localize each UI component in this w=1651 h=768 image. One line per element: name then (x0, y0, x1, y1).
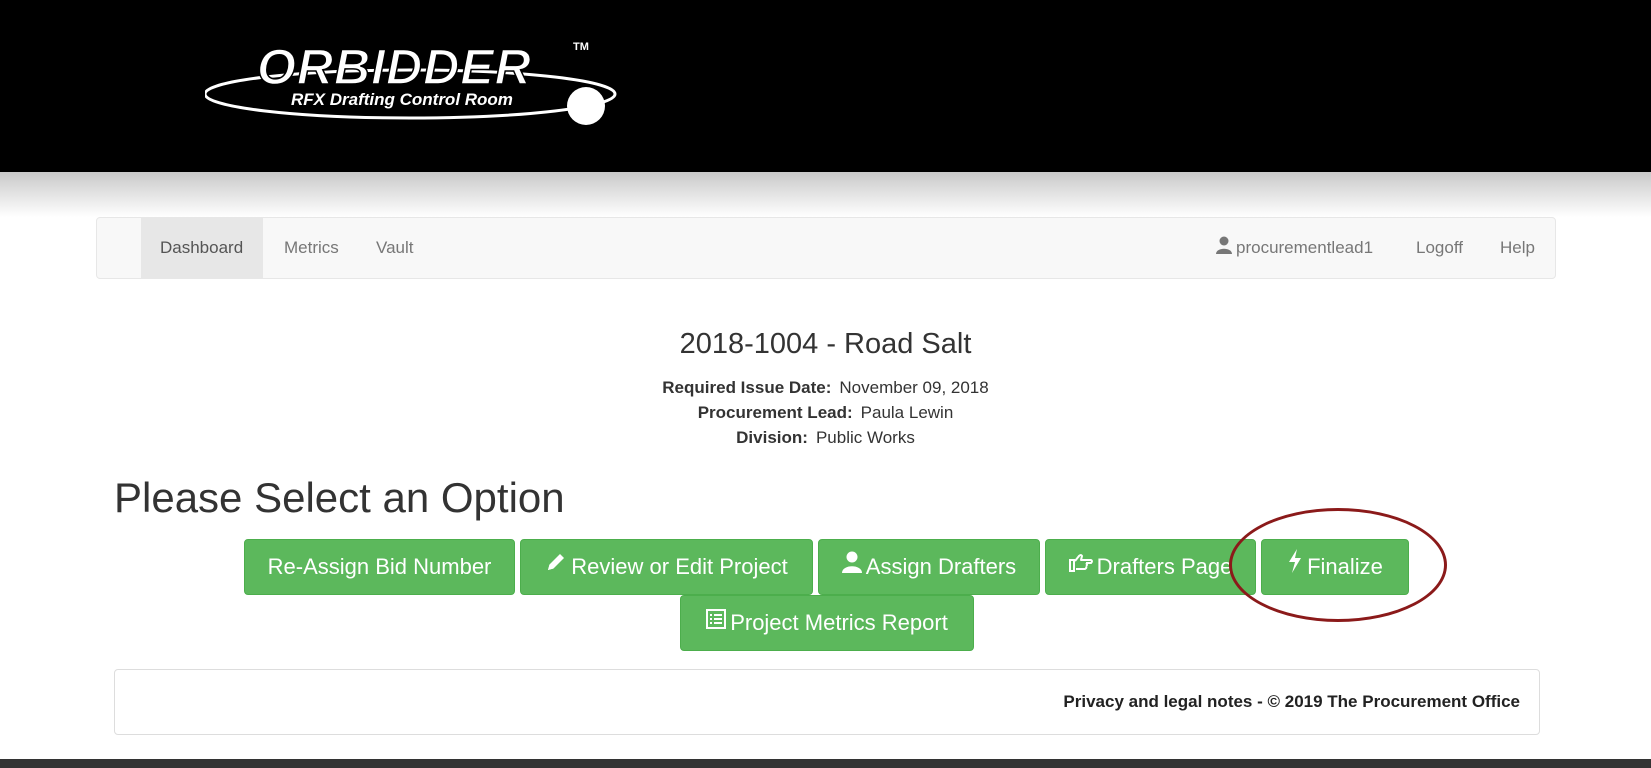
pencil-icon (545, 539, 567, 593)
header-banner: ORBIDDER TM RFX Drafting Control Room (0, 0, 1651, 172)
drafters-page-button[interactable]: Drafters Page (1045, 539, 1256, 595)
issue-date-value: November 09, 2018 (839, 378, 989, 397)
nav-help[interactable]: Help (1481, 218, 1554, 278)
review-edit-project-button[interactable]: Review or Edit Project (520, 539, 813, 595)
nav-logoff[interactable]: Logoff (1397, 218, 1482, 278)
nav-user[interactable]: procurementlead1 (1197, 218, 1392, 278)
issue-date-row: Required Issue Date: November 09, 2018 (0, 378, 1651, 398)
nav-dashboard[interactable]: Dashboard (141, 218, 263, 278)
lightning-icon (1287, 539, 1303, 593)
division-value: Public Works (815, 428, 915, 447)
nav-vault[interactable]: Vault (357, 218, 433, 278)
hand-pointing-icon (1068, 539, 1093, 593)
reassign-bid-number-label: Re-Assign Bid Number (267, 554, 492, 579)
project-metrics-report-button[interactable]: Project Metrics Report (680, 595, 974, 651)
header-shadow (0, 172, 1651, 217)
finalize-button[interactable]: Finalize (1261, 539, 1409, 595)
svg-text:RFX Drafting Control Room: RFX Drafting Control Room (291, 90, 513, 109)
finalize-label: Finalize (1307, 554, 1383, 579)
procurement-lead-value: Paula Lewin (860, 403, 954, 422)
issue-date-label: Required Issue Date: (662, 378, 832, 397)
options-heading: Please Select an Option (114, 474, 565, 521)
nav-user-label: procurementlead1 (1236, 238, 1374, 257)
assign-drafters-button[interactable]: Assign Drafters (818, 539, 1040, 595)
orbidder-logo[interactable]: ORBIDDER TM RFX Drafting Control Room (205, 36, 625, 136)
procurement-lead-row: Procurement Lead: Paula Lewin (0, 403, 1651, 423)
svg-text:ORBIDDER: ORBIDDER (257, 39, 532, 95)
project-title: 2018-1004 - Road Salt (679, 328, 972, 360)
division-label: Division: (736, 428, 808, 447)
procurement-lead-label: Procurement Lead: (697, 403, 853, 422)
project-metrics-report-label: Project Metrics Report (730, 610, 948, 635)
nav-metrics[interactable]: Metrics (265, 218, 358, 278)
footer-legal-text[interactable]: Privacy and legal notes - © 2019 The Pro… (1063, 692, 1520, 712)
division-row: Division: Public Works (0, 428, 1651, 448)
user-icon (1216, 219, 1232, 279)
svg-text:TM: TM (573, 41, 589, 53)
assign-drafters-label: Assign Drafters (865, 554, 1017, 579)
user-icon (841, 539, 862, 593)
list-icon (706, 595, 727, 649)
top-navbar: Dashboard Metrics Vault procurementlead1… (96, 217, 1556, 279)
footer-panel: Privacy and legal notes - © 2019 The Pro… (114, 669, 1540, 735)
reassign-bid-number-button[interactable]: Re-Assign Bid Number (244, 539, 515, 595)
orbidder-logo-graphic: ORBIDDER TM RFX Drafting Control Room (205, 38, 617, 125)
drafters-page-label: Drafters Page (1096, 554, 1233, 579)
bottom-bar (0, 759, 1651, 768)
review-edit-project-label: Review or Edit Project (571, 554, 788, 579)
